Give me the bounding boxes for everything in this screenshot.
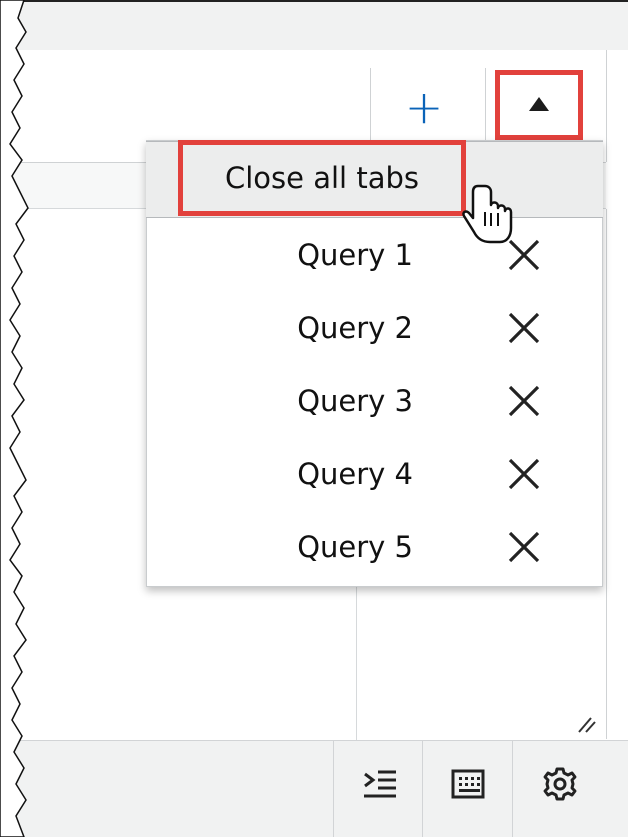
keyboard-icon[interactable]	[444, 760, 492, 808]
top-border	[0, 0, 628, 2]
toolbar-divider	[422, 740, 423, 837]
close-icon[interactable]	[502, 379, 546, 423]
tab-list-item-label: Query 2	[297, 311, 413, 345]
gear-icon[interactable]	[536, 760, 584, 808]
tab-list-item[interactable]: Query 5	[146, 511, 603, 583]
tab-list-toggle-button[interactable]	[495, 70, 583, 140]
tab-list-item[interactable]: Query 4	[146, 438, 603, 510]
tab-list-item-label: Query 3	[297, 384, 413, 418]
plus-icon: +	[404, 80, 444, 134]
hand-cursor-icon	[462, 184, 513, 244]
editor-panel: + Close all tabs Query 1 Query 2 Query 3…	[0, 0, 628, 837]
caret-up-icon	[529, 97, 549, 111]
close-all-tabs-button[interactable]: Close all tabs	[178, 140, 466, 216]
editor-split-line	[356, 580, 357, 740]
torn-edge	[0, 0, 29, 837]
add-tab-button[interactable]: +	[398, 82, 450, 134]
top-band	[0, 0, 628, 50]
tab-list-item[interactable]: Query 2	[146, 292, 603, 364]
indent-icon[interactable]	[356, 760, 404, 808]
close-icon[interactable]	[502, 306, 546, 350]
close-icon[interactable]	[502, 525, 546, 569]
resize-handle-icon[interactable]	[575, 712, 597, 734]
tab-list-item-label: Query 5	[297, 530, 413, 564]
tab-list-item-label: Query 1	[297, 238, 413, 272]
bottom-toolbar	[0, 740, 628, 837]
tab-list-item-label: Query 4	[297, 457, 413, 491]
tab-list-item[interactable]: Query 1	[146, 219, 603, 291]
toolbar-divider	[333, 740, 334, 837]
toolbar-divider	[512, 740, 513, 837]
close-icon[interactable]	[502, 452, 546, 496]
tab-list-item[interactable]: Query 3	[146, 365, 603, 437]
